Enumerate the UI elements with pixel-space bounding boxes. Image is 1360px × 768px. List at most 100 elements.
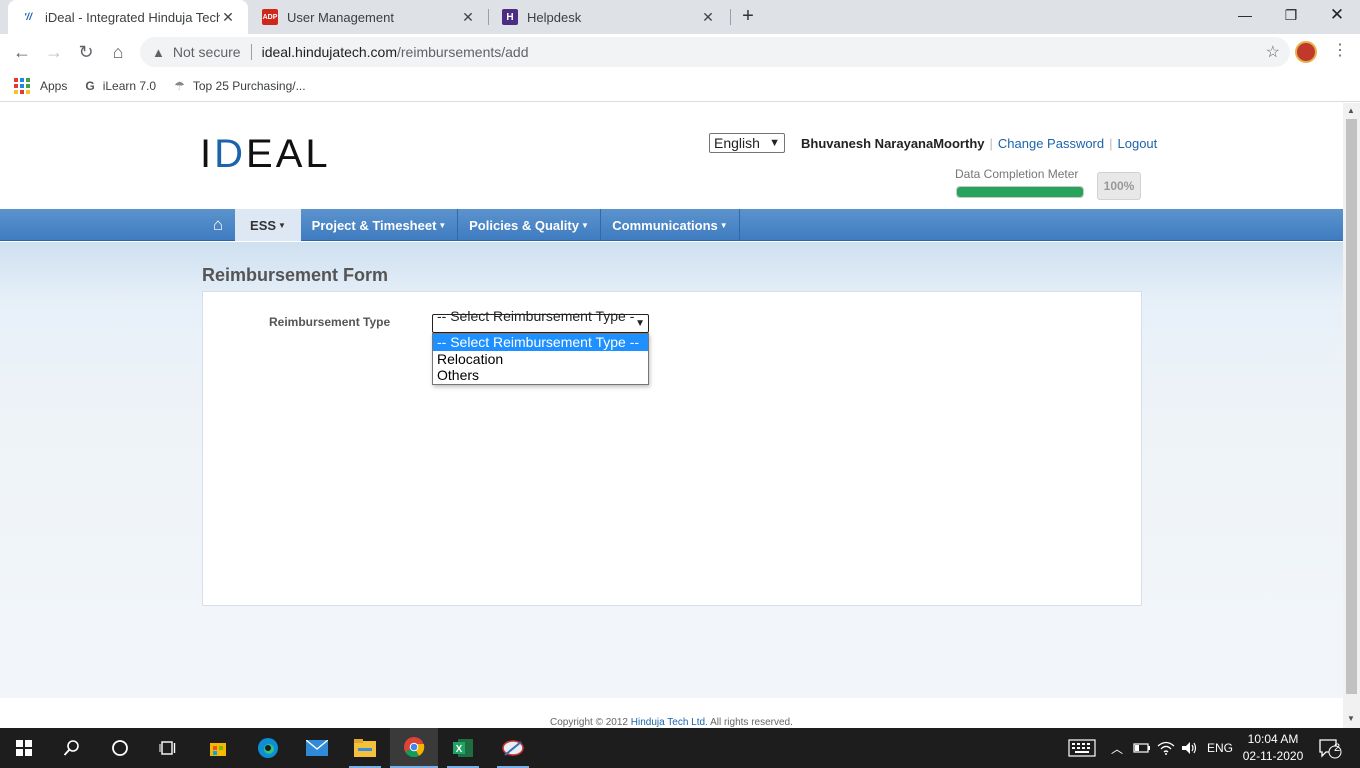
chrome-icon[interactable] [390,728,438,768]
address-bar[interactable]: ▲ Not secure ideal.hindujatech.com/reimb… [140,37,1290,67]
user-name: Bhuvanesh NarayanaMoorthy [801,136,985,151]
tab-divider [488,9,489,25]
ideal-favicon-icon: '// [24,11,32,23]
browser-menu-icon[interactable]: ⋮ [1332,42,1348,62]
menu-label: ESS [250,217,277,233]
helpdesk-favicon-icon: H [502,9,518,25]
url-host[interactable]: ideal.hindujatech.com [262,44,397,60]
copyright-text: Copyright © 2012 Hinduja Tech Ltd. All r… [550,717,793,728]
search-icon[interactable] [48,728,96,768]
chevron-down-icon: ▼ [769,137,780,149]
tab-title: iDeal - Integrated Hinduja Tech E [45,9,220,25]
clock-date: 02-11-2020 [1242,749,1304,763]
menu-label: Policies & Quality [469,217,579,233]
home-browser-icon[interactable]: ⌂ [106,40,130,64]
security-label[interactable]: Not secure [173,44,241,60]
chevron-up-icon[interactable]: ︿ [1111,728,1123,768]
caret-down-icon: ▼ [719,220,728,230]
browser-tab-strip: '// iDeal - Integrated Hinduja Tech E ✕ … [0,0,1360,34]
scroll-down-icon[interactable]: ▼ [1347,714,1355,723]
close-tab-icon[interactable]: ✕ [460,9,476,26]
scrollbar-thumb[interactable] [1346,119,1357,694]
windows-start-icon[interactable] [0,728,48,768]
link-separator: | [1109,136,1113,151]
tab-divider [730,9,731,25]
volume-icon[interactable] [1181,728,1199,768]
menu-label: Communications [612,217,718,233]
page-scrollbar[interactable]: ▲ ▼ [1343,103,1360,728]
caret-down-icon: ▼ [278,220,286,230]
menu-policies-quality[interactable]: Policies & Quality ▼ [458,209,601,241]
option-relocation[interactable]: Relocation [433,351,648,368]
menu-project-timesheet[interactable]: Project & Timesheet ▼ [301,209,458,241]
ideal-logo: I D EAL [200,132,331,177]
edge-icon[interactable] [244,728,292,768]
file-explorer-icon[interactable] [341,728,389,768]
battery-icon[interactable] [1133,728,1151,768]
tab-title: User Management [287,9,394,25]
url-path[interactable]: /reimbursements/add [397,44,529,60]
bookmarks-bar: Apps G iLearn 7.0 ☂ Top 25 Purchasing/..… [0,70,1360,102]
bookmark-ilearn[interactable]: G iLearn 7.0 [85,79,156,93]
close-tab-icon[interactable]: ✕ [220,9,236,26]
profile-avatar[interactable] [1295,41,1317,63]
close-tab-icon[interactable]: ✕ [700,9,716,26]
new-tab-button[interactable]: + [737,5,759,27]
logout-link[interactable]: Logout [1118,136,1158,151]
store-icon[interactable] [194,728,242,768]
home-nav-button[interactable]: ⌂ [201,209,235,241]
warning-triangle-icon[interactable]: ▲ [152,45,165,60]
tab-user-management[interactable]: ADP User Management ✕ [250,0,488,34]
reimbursement-type-label: Reimbursement Type [269,315,391,329]
svg-text:X: X [456,744,463,755]
reimbursement-type-options: -- Select Reimbursement Type -- Relocati… [432,333,649,385]
menu-ess[interactable]: ESS ▼ [235,209,301,241]
scroll-up-icon[interactable]: ▲ [1347,106,1355,115]
bookmark-star-icon[interactable]: ☆ [1266,42,1280,62]
task-view-icon[interactable] [144,728,192,768]
option-others[interactable]: Others [433,367,648,384]
google-icon: G [85,78,95,93]
restore-icon[interactable]: ❐ [1268,0,1314,30]
system-clock[interactable]: 10:04 AM 02-11-2020 [1238,731,1308,765]
forward-arrow-icon[interactable]: → [42,40,66,64]
bookmark-top25[interactable]: ☂ Top 25 Purchasing/... [174,79,306,93]
address-divider [250,44,252,60]
option-select-placeholder[interactable]: -- Select Reimbursement Type -- [433,334,648,351]
company-link[interactable]: Hinduja Tech Ltd. [631,717,708,728]
minimize-icon[interactable]: — [1222,0,1268,30]
language-select[interactable]: English ▼ [709,133,785,153]
bookmark-label: Apps [40,78,68,93]
windows-taskbar: X ︿ ENG 10:04 AM 02-11-2020 2 [0,728,1360,768]
browser-toolbar: ← → ↻ ⌂ ▲ Not secure ideal.hindujatech.c… [0,34,1360,70]
user-links: Bhuvanesh NarayanaMoorthy | Change Passw… [801,136,1157,151]
logo-letter: I [200,132,215,176]
adp-favicon-icon: ADP [262,9,278,25]
link-separator: | [989,136,993,151]
bookmark-apps[interactable]: Apps [14,77,68,94]
menu-communications[interactable]: Communications ▼ [601,209,740,241]
close-window-icon[interactable]: ✕ [1314,0,1360,30]
touch-keyboard-icon[interactable] [1068,728,1096,768]
language-value: English [714,135,760,151]
change-password-link[interactable]: Change Password [998,136,1104,151]
logo-letters: EAL [246,132,331,176]
input-language[interactable]: ENG [1207,728,1233,768]
reimbursement-type-select[interactable]: -- Select Reimbursement Type -- ▼ [432,308,649,340]
notifications-icon[interactable]: 2 [1318,728,1342,768]
tab-ideal[interactable]: '// iDeal - Integrated Hinduja Tech E ✕ [8,0,248,34]
excel-icon[interactable]: X [439,728,487,768]
snipping-tool-icon[interactable] [489,728,537,768]
apps-grid-icon [14,77,30,94]
tab-helpdesk[interactable]: H Helpdesk ✕ [490,0,728,34]
data-completion-label: Data Completion Meter [955,167,1079,181]
copyright-prefix: Copyright © 2012 [550,717,631,728]
back-arrow-icon[interactable]: ← [10,40,34,64]
cortana-icon[interactable] [96,728,144,768]
mail-icon[interactable] [293,728,341,768]
tab-title: Helpdesk [527,9,582,25]
wifi-icon[interactable] [1157,728,1175,768]
reload-icon[interactable]: ↻ [74,40,98,64]
page-title: Reimbursement Form [202,265,389,285]
clock-time: 10:04 AM [1247,732,1299,746]
